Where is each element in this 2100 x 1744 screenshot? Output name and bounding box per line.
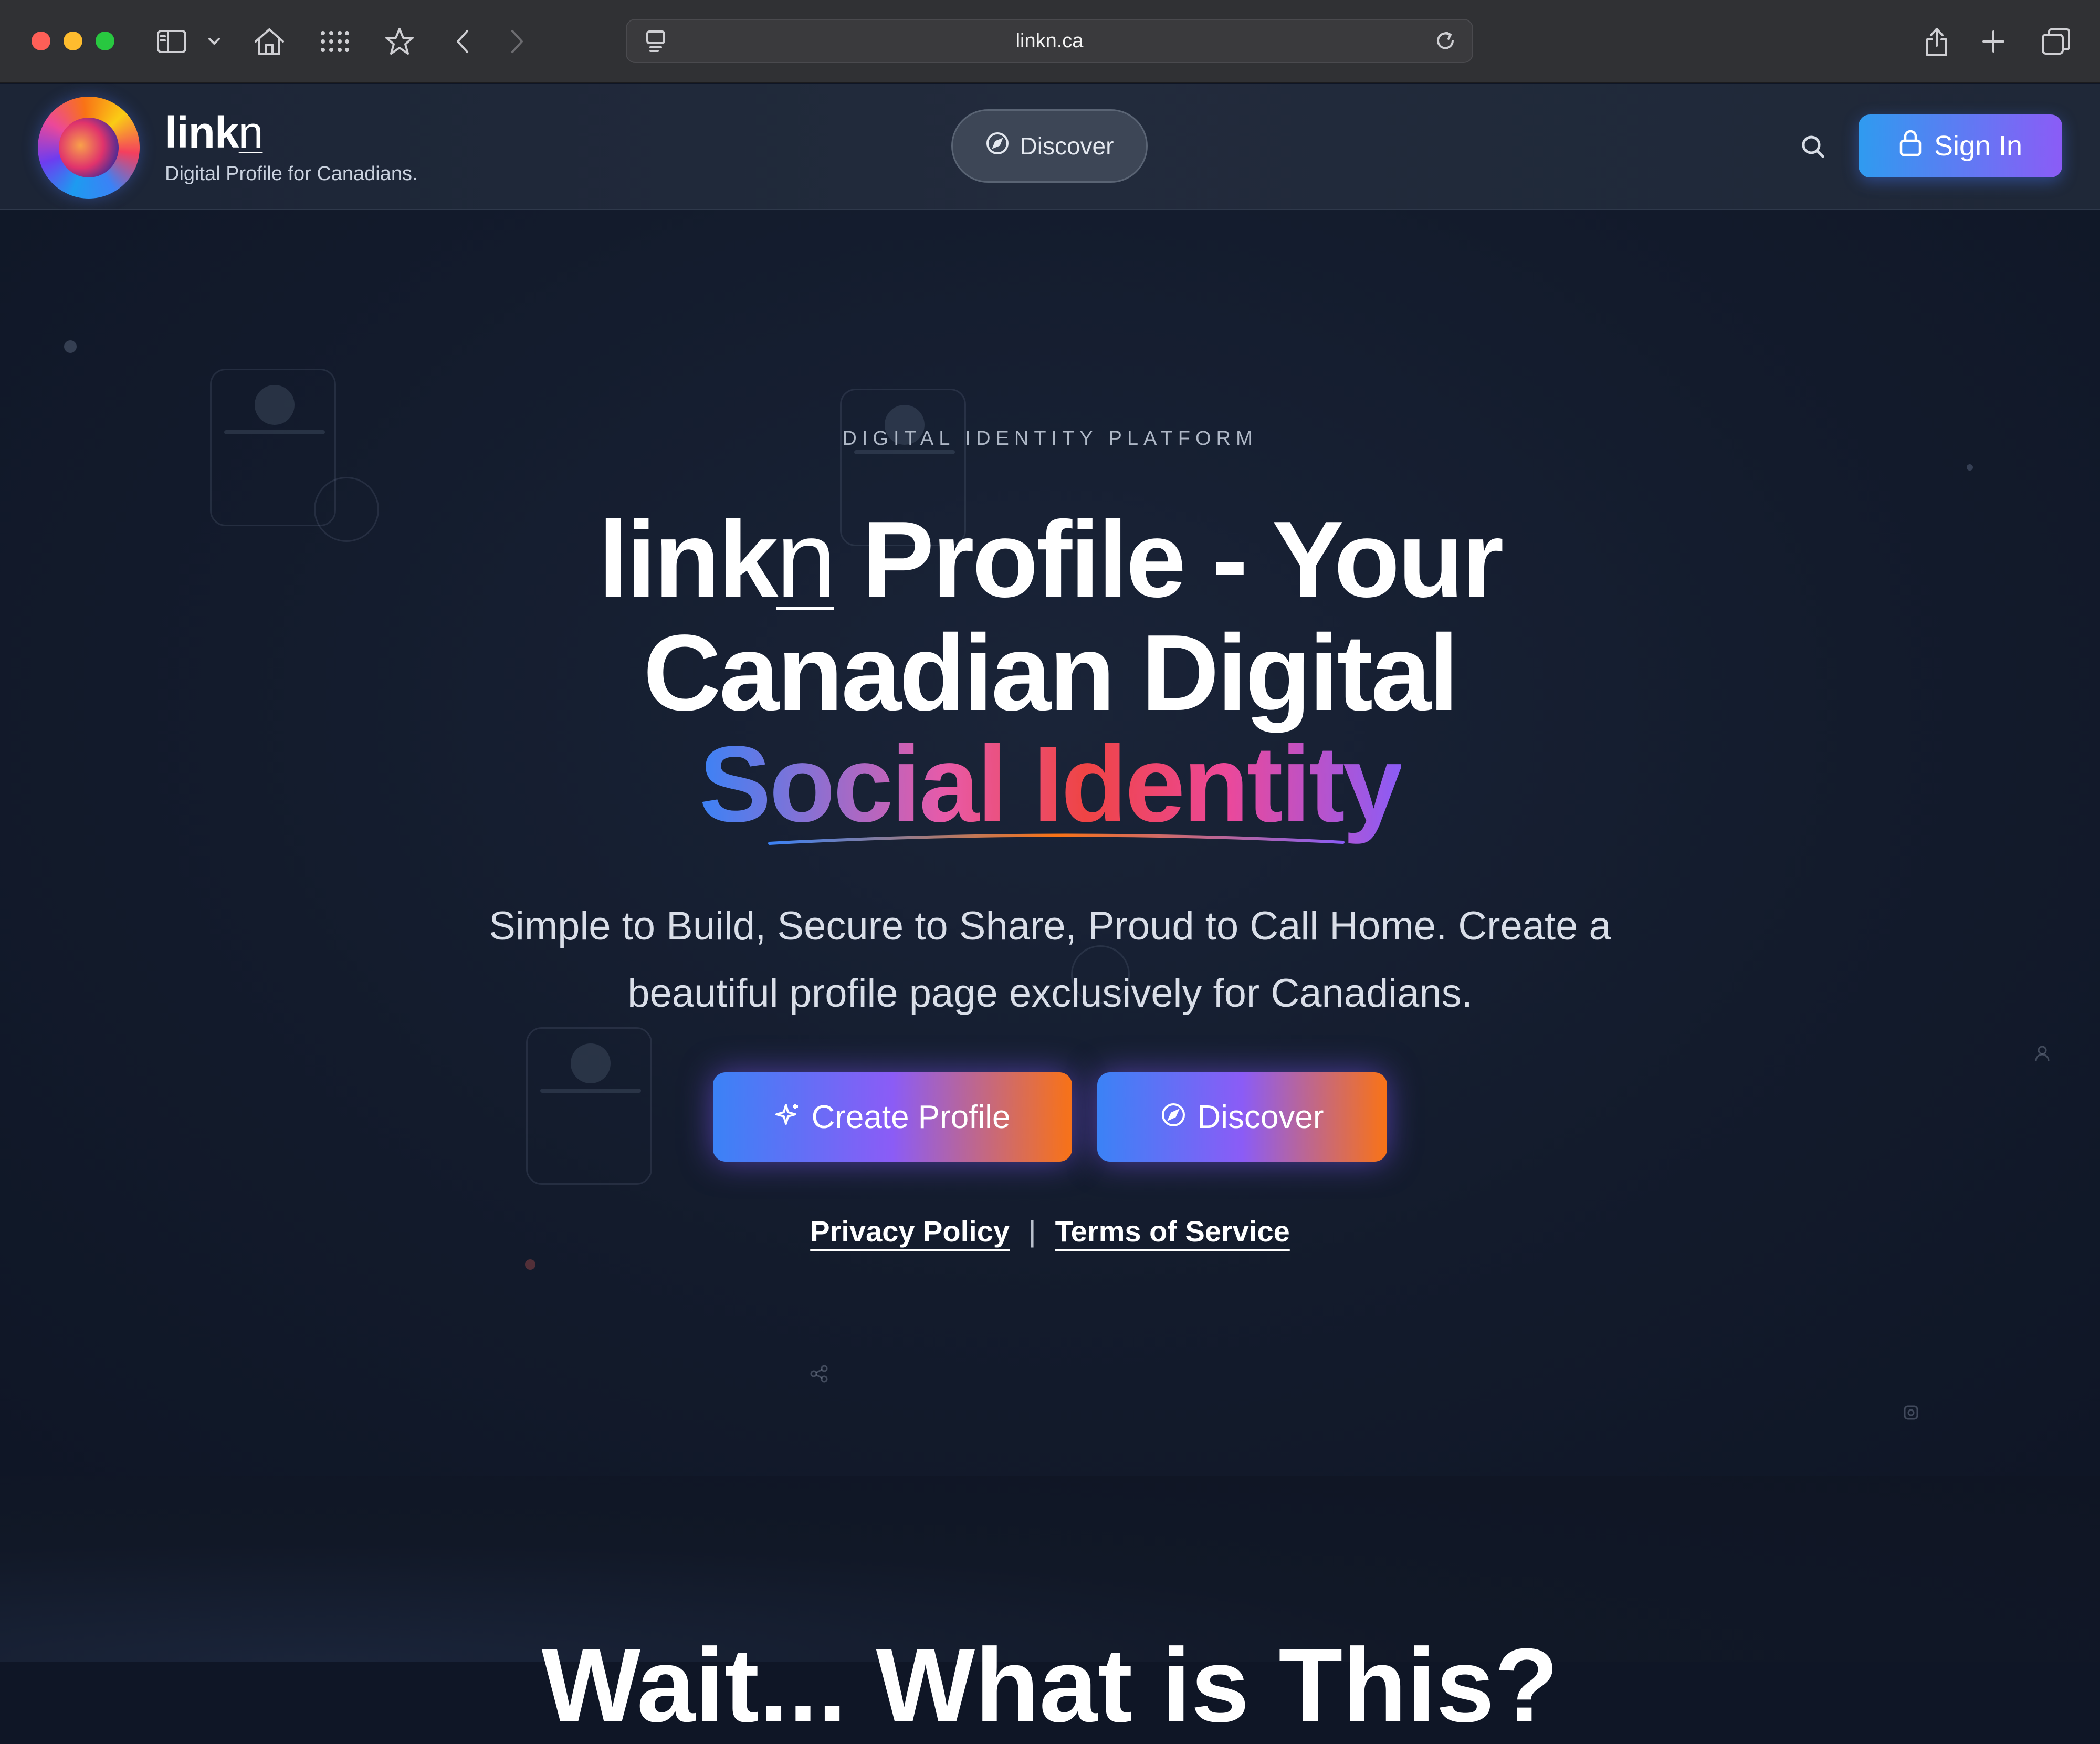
decorative-profile-card (526, 1027, 652, 1185)
new-tab-plus-icon[interactable] (1975, 20, 2012, 63)
chevron-down-icon[interactable] (204, 20, 225, 63)
linkn-logo[interactable] (38, 97, 140, 199)
legal-separator: | (1028, 1215, 1036, 1248)
brand-suffix: n (238, 108, 264, 157)
hero-discover-button[interactable]: Discover (1097, 1072, 1387, 1162)
sign-in-label: Sign In (1934, 130, 2023, 162)
about-section-title: Wait... What is This? (541, 1627, 1559, 1744)
header-discover-button[interactable]: Discover (951, 109, 1148, 183)
lock-icon (1898, 129, 1923, 164)
minimize-window-button[interactable] (64, 32, 82, 50)
apps-grid-icon[interactable] (316, 20, 353, 63)
sidebar-toggle-icon[interactable] (153, 20, 190, 63)
hero-title-line-1: linkn Profile - Your (0, 504, 2100, 614)
compass-icon (1160, 1099, 1186, 1136)
hero-title-gradient: Social Identity (699, 724, 1403, 844)
create-profile-button[interactable]: Create Profile (713, 1072, 1072, 1162)
about-section: Wait... What is This? (0, 1476, 2100, 1738)
brand-tagline: Digital Profile for Canadians. (165, 163, 418, 185)
hero-title-line-3: Social Identity (0, 729, 2100, 839)
zoom-window-button[interactable] (96, 32, 114, 50)
bookmark-star-icon[interactable] (381, 20, 418, 63)
home-icon[interactable] (251, 20, 288, 63)
hero-title-prefix: link (598, 499, 778, 620)
title-underline-swoosh (768, 833, 1345, 845)
url-text: linkn.ca (1015, 30, 1084, 52)
sign-in-button[interactable]: Sign In (1858, 114, 2062, 177)
legal-links: Privacy Policy | Terms of Service (0, 1214, 2100, 1248)
decorative-dot (1967, 464, 1973, 471)
decorative-badge-icon (1900, 1402, 1922, 1426)
hero-title-line-2: Canadian Digital (643, 612, 1459, 733)
brand-prefix: link (165, 108, 239, 157)
close-window-button[interactable] (32, 32, 50, 50)
hero-title-line-1-rest: Profile - Your (834, 499, 1504, 620)
hero-section: DIGITAL IDENTITY PLATFORM linkn Profile … (0, 210, 2100, 1476)
hero-eyebrow: DIGITAL IDENTITY PLATFORM (842, 427, 1258, 450)
compass-icon (985, 131, 1010, 161)
site-header: linkn Digital Profile for Canadians. Dis… (0, 84, 2100, 210)
hero-subtitle: Simple to Build, Secure to Share, Proud … (489, 904, 1611, 1016)
create-profile-label: Create Profile (811, 1099, 1011, 1135)
back-arrow-icon[interactable] (449, 20, 476, 63)
share-icon[interactable] (1918, 20, 1955, 63)
address-bar[interactable]: linkn.ca (626, 19, 1473, 63)
terms-of-service-link[interactable]: Terms of Service (1055, 1215, 1290, 1248)
tab-overview-icon[interactable] (2036, 20, 2076, 63)
browser-toolbar: linkn.ca (0, 0, 2100, 83)
sparkle-icon (774, 1099, 801, 1136)
forward-arrow-icon[interactable] (504, 20, 530, 63)
decorative-dot (525, 1259, 536, 1270)
header-discover-label: Discover (1020, 132, 1114, 160)
decorative-dot (64, 340, 77, 353)
brand-name[interactable]: linkn (165, 107, 264, 158)
privacy-policy-link[interactable]: Privacy Policy (810, 1215, 1010, 1248)
hero-title-n: n (776, 499, 836, 620)
reload-icon[interactable] (1427, 20, 1464, 62)
decorative-share-icon (808, 1363, 830, 1387)
hero-discover-label: Discover (1197, 1099, 1324, 1135)
search-icon[interactable] (1798, 131, 1829, 163)
decorative-people-icon (2032, 1043, 2053, 1067)
